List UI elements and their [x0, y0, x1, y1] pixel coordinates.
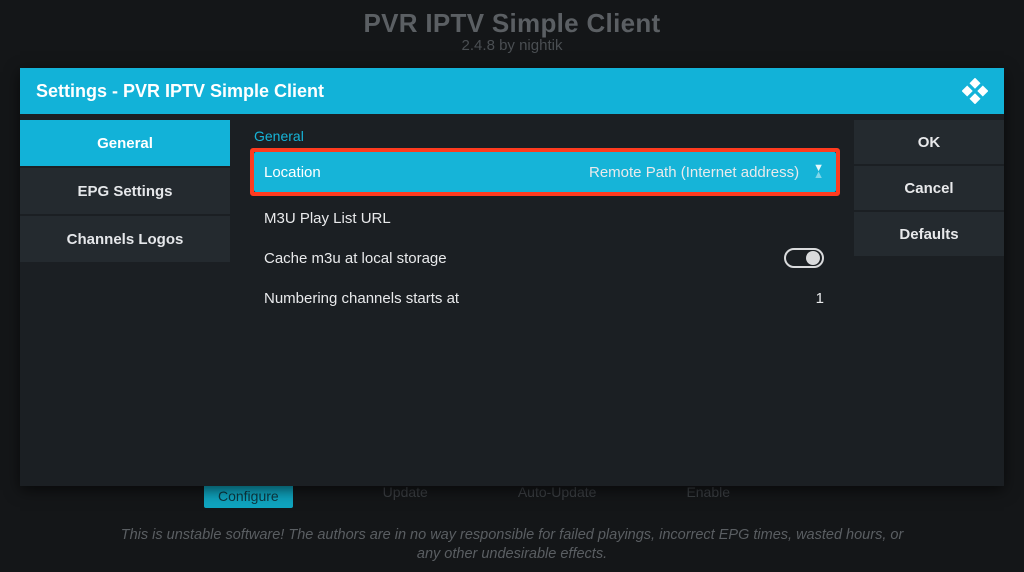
settings-category-sidebar: General EPG Settings Channels Logos: [20, 114, 230, 486]
dialog-action-column: OK Cancel Defaults: [854, 114, 1004, 486]
bg-action-enable: Enable: [686, 484, 730, 508]
settings-list: General Location Remote Path (Internet a…: [230, 114, 854, 486]
setting-cache-m3u[interactable]: Cache m3u at local storage: [254, 238, 836, 278]
sidebar-item-label: Channels Logos: [67, 231, 184, 248]
kodi-logo-icon: [962, 78, 988, 104]
setting-location[interactable]: Location Remote Path (Internet address) …: [254, 152, 836, 192]
bg-action-configure: Configure: [204, 484, 293, 508]
setting-label: Cache m3u at local storage: [264, 250, 784, 267]
sidebar-item-epg-settings[interactable]: EPG Settings: [20, 168, 230, 214]
bg-action-update: Update: [383, 484, 428, 508]
ok-button[interactable]: OK: [854, 120, 1004, 164]
toggle-switch[interactable]: [784, 248, 824, 268]
dialog-title: Settings - PVR IPTV Simple Client: [36, 81, 962, 102]
setting-value: 1: [816, 290, 824, 307]
sidebar-item-channels-logos[interactable]: Channels Logos: [20, 216, 230, 262]
sidebar-item-general[interactable]: General: [20, 120, 230, 166]
setting-label: M3U Play List URL: [264, 210, 824, 227]
unstable-notice: This is unstable software! The authors a…: [0, 526, 1024, 564]
cancel-button[interactable]: Cancel: [854, 166, 1004, 210]
section-heading-general: General: [254, 128, 836, 144]
setting-value: Remote Path (Internet address): [589, 164, 799, 181]
addon-action-row: Configure Update Auto-Update Enable: [0, 484, 1024, 508]
screenshot-highlight: Location Remote Path (Internet address) …: [250, 148, 840, 196]
addon-version: 2.4.8 by nightik: [0, 37, 1024, 54]
chevron-up-icon: ▲: [813, 172, 824, 179]
addon-title: PVR IPTV Simple Client: [0, 8, 1024, 39]
setting-m3u-url[interactable]: M3U Play List URL: [254, 198, 836, 238]
setting-label: Location: [264, 164, 589, 181]
addon-header: PVR IPTV Simple Client 2.4.8 by nightik: [0, 0, 1024, 54]
sidebar-item-label: General: [97, 135, 153, 152]
setting-label: Numbering channels starts at: [264, 290, 816, 307]
spinner-control[interactable]: ▼ ▲: [813, 165, 824, 179]
defaults-button[interactable]: Defaults: [854, 212, 1004, 256]
setting-numbering-start[interactable]: Numbering channels starts at 1: [254, 278, 836, 318]
bg-action-auto-update: Auto-Update: [518, 484, 597, 508]
dialog-header: Settings - PVR IPTV Simple Client: [20, 68, 1004, 114]
settings-dialog: Settings - PVR IPTV Simple Client Genera…: [20, 68, 1004, 486]
sidebar-item-label: EPG Settings: [77, 183, 172, 200]
